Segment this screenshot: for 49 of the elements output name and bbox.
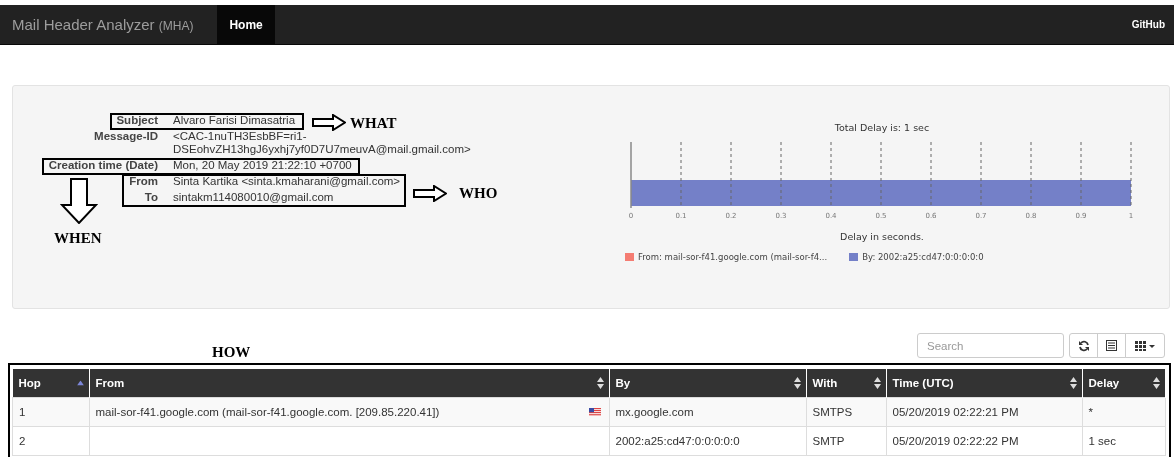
field-label: To [144,191,158,204]
table-cell: SMTPS [806,397,886,427]
column-header[interactable]: With [806,369,886,398]
axis-title: Delay in seconds. [839,231,925,242]
columns-icon [1135,340,1155,351]
table-cell: 05/20/2019 02:22:22 PM [886,426,1082,456]
arrow-icon [413,185,447,202]
column-header[interactable]: Time (UTC) [886,369,1082,398]
table-cell: 1 sec [1082,426,1166,456]
annotation-label: WHEN [54,230,102,247]
field-value: Mon, 20 May 2019 21:22:10 +0700 [173,159,352,172]
table-cell: * [1082,397,1166,427]
search-field[interactable]: Search [917,333,1064,358]
app-brand[interactable]: Mail Header Analyzer (MHA) [0,16,206,33]
nav-tab[interactable]: Home [217,5,275,44]
field-value: sintakm114080010@gmail.com [173,191,334,204]
refresh-button[interactable] [1069,333,1098,358]
table-cell: mx.google.com [609,397,806,427]
legend-label: By: 2002:a25:cd47:0:0:0:0:0 [862,252,984,262]
column-header[interactable]: By [609,369,806,398]
axis-line [630,142,632,209]
table-cell: 2002:a25:cd47:0:0:0:0:0 [609,426,806,456]
column-header[interactable]: Hop [12,369,89,398]
table-cell: mail-sor-f41.google.com (mail-sor-f41.google.com. [209.85.220.41]) [95,406,440,418]
field-label: From [129,175,158,188]
annotation-label: WHO [459,185,498,202]
table-cell: 05/20/2019 02:22:21 PM [886,397,1082,427]
annotation-label: HOW [212,344,251,361]
field-label: Creation time (Date) [48,159,158,172]
chart-title: Total Delay is: 1 sec [833,122,931,133]
list-icon [1106,340,1117,351]
annotation-label: WHAT [350,115,397,132]
arrow-icon [60,178,98,224]
table-cell: 1 [12,397,89,427]
field-value: <CAC-1nuTH3EsbBF=ri1-DSEohvZH13hgJ6yxhj7yf0D7U7meuvA@mail.gmail.com> [173,130,471,156]
toggle-view-button[interactable] [1097,333,1126,358]
field-label: Subject [116,114,158,127]
field-value: Sinta Kartika <sinta.kmaharani@gmail.com> [173,175,401,188]
field-value: Alvaro Farisi Dimasatria [173,114,296,127]
github-link[interactable]: GitHub [1131,19,1174,30]
arrow-icon [312,114,346,131]
column-header[interactable]: Delay [1082,369,1166,398]
column-header[interactable]: From [89,369,609,398]
field-label: Message-ID [94,130,158,144]
columns-button[interactable] [1125,333,1165,358]
legend-label: From: mail-sor-f41.google.com (mail-sor-f4... [638,252,828,262]
table-cell: 2 [12,426,89,456]
refresh-icon [1077,339,1090,352]
table-cell: SMTP [806,426,886,456]
